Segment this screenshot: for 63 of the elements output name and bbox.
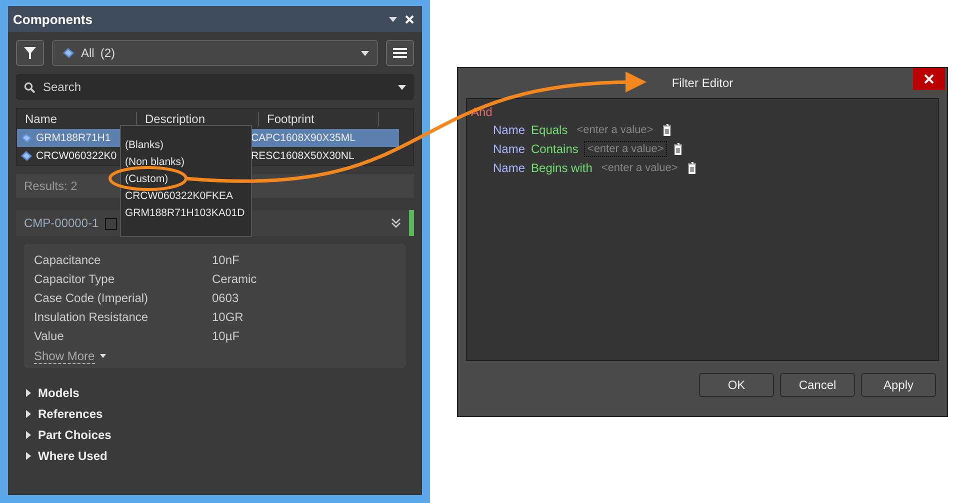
field-name[interactable]: Name — [493, 142, 526, 156]
property-value: Ceramic — [212, 272, 258, 286]
filter-icon — [24, 46, 36, 60]
search-icon — [24, 82, 35, 92]
property-name: Case Code (Imperial) — [34, 290, 150, 304]
property-value: 10nF — [212, 252, 240, 266]
collapsed-icon — [24, 410, 32, 418]
chip-icon — [19, 150, 33, 162]
footprint-cell[interactable]: CAPC1608X90X35ML — [249, 129, 399, 147]
popup-item[interactable]: (Non blanks) — [125, 153, 185, 170]
condition-operator[interactable]: Begins with — [531, 160, 592, 174]
collapse-icon[interactable] — [391, 218, 401, 228]
chip-icon — [19, 132, 33, 144]
popup-item[interactable]: (Custom) — [125, 170, 168, 187]
close-icon[interactable] — [405, 14, 414, 24]
section-header[interactable]: Part Choices — [16, 424, 414, 445]
name-cell[interactable]: GRM188R71H1 — [17, 129, 119, 147]
menu-icon — [393, 48, 407, 58]
show-more-link[interactable]: Show More — [34, 349, 95, 364]
condition-operator[interactable]: Equals — [531, 122, 568, 136]
close-button[interactable] — [913, 68, 945, 90]
popup-item[interactable]: (Blanks) — [125, 136, 164, 153]
caret-icon — [361, 49, 369, 57]
footprint-cell[interactable]: RESC1608X50X30NL — [249, 147, 399, 165]
close-icon — [924, 74, 934, 84]
collapsed-icon — [24, 388, 32, 396]
section-header[interactable]: Where Used — [16, 445, 414, 466]
field-name[interactable]: Name — [493, 122, 526, 136]
section-header[interactable]: Models — [16, 382, 414, 403]
trash-icon[interactable] — [662, 124, 672, 136]
field-name[interactable]: Name — [493, 160, 526, 174]
property-value: 10µF — [212, 328, 241, 342]
collapsed-icon — [24, 452, 32, 460]
condition-operator[interactable]: Contains — [531, 142, 578, 156]
search-box[interactable]: Search — [16, 74, 414, 100]
property-name: Capacitance — [34, 252, 102, 266]
trash-icon[interactable] — [672, 142, 683, 154]
filter-dropdown[interactable]: All (2) — [52, 40, 378, 66]
dropdown-arrow-icon — [389, 15, 397, 23]
dialog-button[interactable]: Apply — [861, 373, 936, 397]
property-name: Value — [34, 328, 65, 342]
property-value: 10GR — [212, 310, 244, 324]
filter-button[interactable] — [16, 40, 44, 66]
dialog-button[interactable]: Cancel — [780, 373, 855, 397]
section-header[interactable]: References — [16, 403, 414, 424]
column-header[interactable]: Footprint — [259, 112, 379, 126]
property-name: Capacitor Type — [34, 272, 116, 286]
dialog-title: Filter Editor — [672, 76, 734, 90]
panel-title: Components — [13, 12, 92, 26]
menu-button[interactable] — [386, 40, 414, 66]
dialog-button[interactable]: OK — [699, 373, 774, 397]
caret-icon — [398, 83, 406, 91]
search-field[interactable]: Search — [41, 79, 392, 95]
collapsed-icon — [24, 430, 32, 438]
trash-icon[interactable] — [686, 162, 697, 174]
results-count: Results: 2 — [24, 179, 78, 193]
name-cell[interactable]: CRCW060322K0 — [17, 147, 119, 165]
popup-item[interactable]: CRCW060322K0FKEA — [125, 187, 233, 204]
property-name: Insulation Resistance — [34, 310, 150, 324]
popup-item[interactable]: GRM188R71H103KA01D — [125, 204, 245, 221]
component-id: CMP-00000-1 — [24, 216, 117, 230]
chip-icon — [61, 47, 75, 59]
property-value: 0603 — [212, 290, 240, 304]
